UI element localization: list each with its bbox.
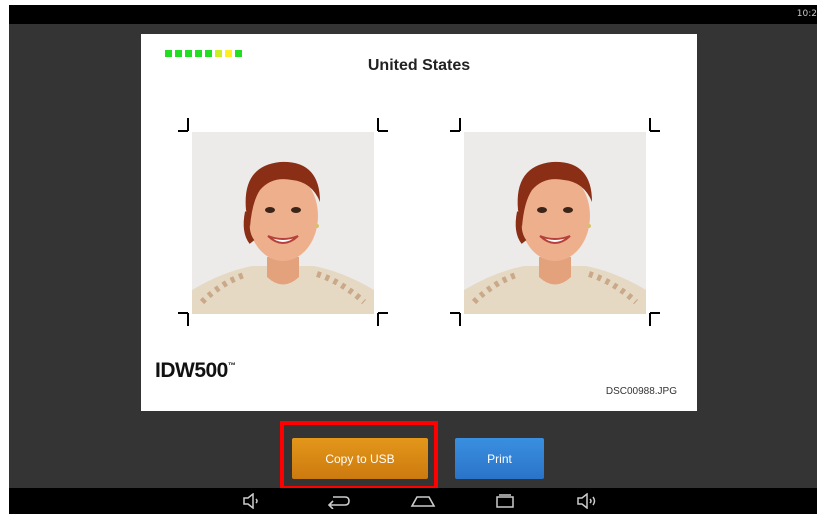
navigation-bar: [9, 488, 817, 514]
country-title: United States: [367, 57, 471, 74]
brand-name: IDW500: [155, 359, 228, 382]
status-bar: 10:2: [9, 5, 817, 24]
quality-segment: [175, 50, 182, 57]
print-button[interactable]: Print: [455, 438, 544, 479]
quality-segment: [235, 50, 242, 57]
passport-photo-left: [192, 132, 374, 314]
crop-mark-icon: [649, 312, 660, 326]
quality-meter: [165, 50, 242, 57]
file-name: DSC00988.JPG: [605, 386, 677, 397]
quality-segment: [205, 50, 212, 57]
crop-mark-icon: [178, 312, 189, 326]
quality-segment: [225, 50, 232, 57]
crop-mark-icon: [450, 118, 461, 132]
volume-down-icon[interactable]: [231, 488, 271, 514]
crop-mark-icon: [377, 312, 388, 326]
quality-segment: [165, 50, 172, 57]
passport-photo-right: [464, 132, 646, 314]
portrait-image: [192, 132, 374, 314]
photo-preview: United States IDW500™ DSC00988.JPG: [141, 34, 697, 411]
crop-mark-icon: [178, 118, 189, 132]
home-icon[interactable]: [403, 488, 443, 514]
quality-segment: [185, 50, 192, 57]
quality-segment: [195, 50, 202, 57]
crop-mark-icon: [450, 312, 461, 326]
crop-mark-icon: [649, 118, 660, 132]
brand-logo: IDW500™: [155, 359, 236, 383]
brand-trademark: ™: [227, 361, 236, 370]
crop-mark-icon: [377, 118, 388, 132]
quality-segment: [215, 50, 222, 57]
copy-to-usb-button[interactable]: Copy to USB: [292, 438, 428, 479]
volume-up-icon[interactable]: [567, 488, 607, 514]
recents-icon[interactable]: [485, 488, 525, 514]
status-time: 10:2: [796, 9, 817, 19]
portrait-image: [464, 132, 646, 314]
back-icon[interactable]: [319, 488, 359, 514]
